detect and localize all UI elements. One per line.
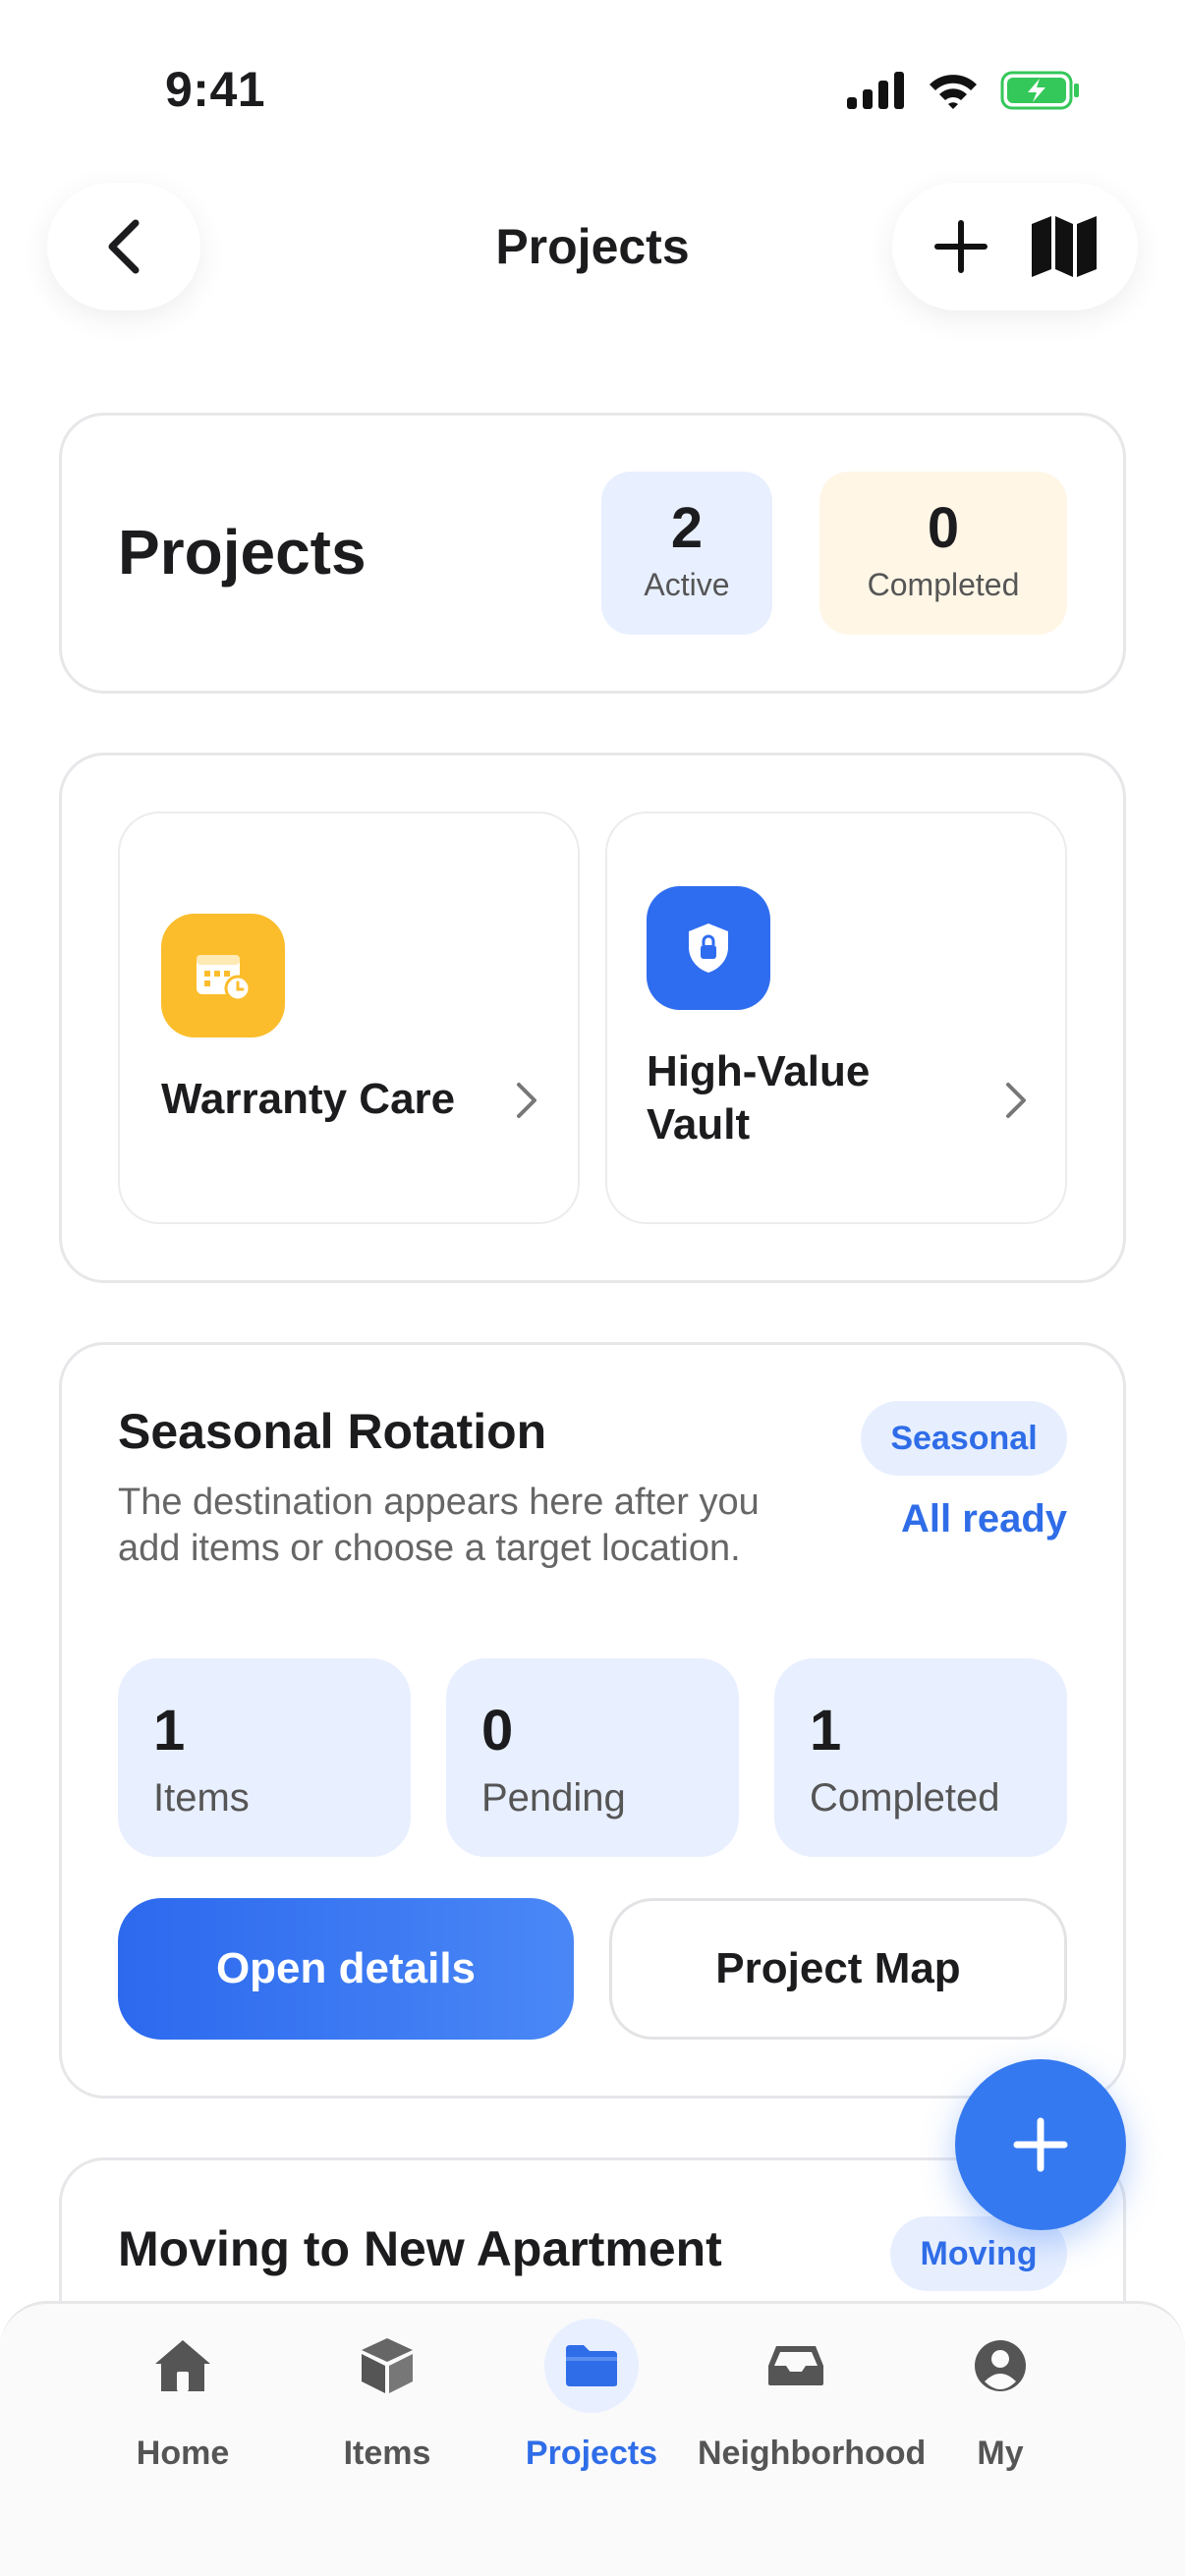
completed-stat: 0 Completed (819, 472, 1067, 635)
tab-items-label: Items (343, 2435, 431, 2472)
tab-my[interactable]: My (902, 2319, 1099, 2473)
project-description: The destination appears here after you a… (118, 1482, 760, 1569)
tab-home-label: Home (136, 2435, 230, 2472)
stat-items-value: 1 (153, 1699, 186, 1763)
map-icon[interactable] (1030, 214, 1099, 279)
stat-pending-label: Pending (481, 1776, 626, 1820)
stat-pending-value: 0 (481, 1699, 514, 1763)
tab-projects-label: Projects (525, 2435, 658, 2472)
status-icons (847, 71, 1081, 110)
chevron-right-icon (1006, 1083, 1026, 1118)
high-value-vault-label: High-Value Vault (647, 1045, 870, 1151)
add-project-fab[interactable] (955, 2059, 1126, 2230)
nav-actions (892, 183, 1138, 310)
active-count: 2 (670, 496, 704, 560)
plus-icon (1013, 2117, 1068, 2172)
active-label: Active (644, 567, 730, 602)
high-value-vault-label-line1: High-Value (647, 1047, 871, 1095)
calendar-clock-icon (161, 914, 285, 1037)
signal-icon (847, 72, 904, 109)
inbox-icon (749, 2319, 843, 2413)
project-map-button[interactable]: Project Map (609, 1898, 1067, 2040)
chevron-right-icon (517, 1083, 536, 1118)
wifi-icon (930, 75, 977, 109)
add-icon[interactable] (931, 217, 990, 276)
project-title: Seasonal Rotation (118, 1404, 547, 1459)
high-value-vault-label-line2: Vault (647, 1100, 751, 1148)
battery-icon (1000, 71, 1079, 110)
status-time: 9:41 (165, 62, 266, 117)
tab-neighborhood[interactable]: Neighborhood (698, 2319, 927, 2473)
stat-items: 1 Items (118, 1658, 411, 1857)
stat-completed-label: Completed (810, 1776, 1000, 1820)
folder-icon (544, 2319, 639, 2413)
tab-home[interactable]: Home (85, 2319, 281, 2473)
active-stat: 2 Active (601, 472, 772, 635)
tab-projects[interactable]: Projects (493, 2319, 690, 2473)
tab-neighborhood-label: Neighborhood (698, 2435, 927, 2472)
stat-items-label: Items (153, 1776, 250, 1820)
completed-count: 0 (927, 496, 960, 560)
open-details-button[interactable]: Open details (118, 1898, 574, 2040)
next-project-title: Moving to New Apartment (118, 2221, 722, 2276)
stat-completed: 1 Completed (774, 1658, 1067, 1857)
home-icon (136, 2319, 230, 2413)
stat-pending: 0 Pending (446, 1658, 739, 1857)
box-icon (340, 2319, 434, 2413)
status-label: All ready (901, 1497, 1067, 1540)
warranty-care-label: Warranty Care (161, 1075, 456, 1123)
shield-lock-icon (647, 886, 770, 1010)
completed-label: Completed (867, 567, 1020, 602)
tab-my-label: My (977, 2435, 1024, 2472)
warranty-care-tile[interactable]: Warranty Care (118, 812, 580, 1224)
summary-title: Projects (118, 517, 367, 588)
tag-badge: Seasonal (861, 1401, 1067, 1476)
high-value-vault-tile[interactable]: High-Value Vault (605, 812, 1067, 1224)
stat-completed-value: 1 (810, 1699, 842, 1763)
person-icon (953, 2319, 1047, 2413)
tab-items[interactable]: Items (289, 2319, 485, 2473)
